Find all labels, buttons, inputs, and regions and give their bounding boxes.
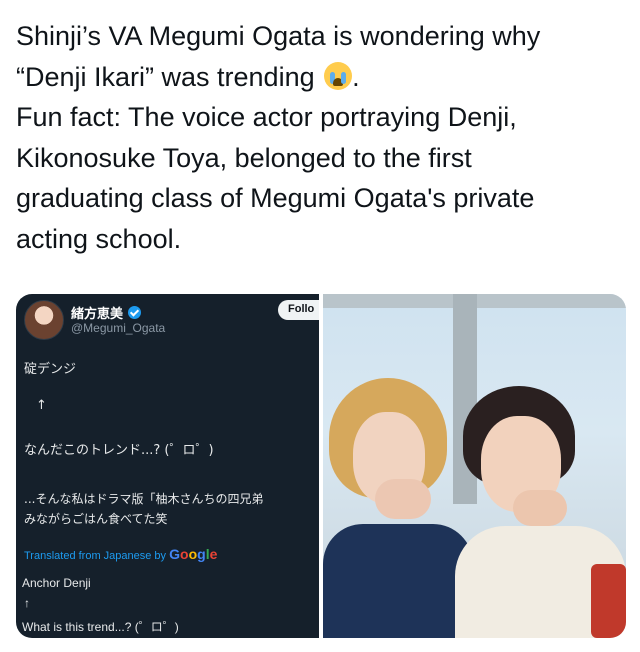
post-line-1: Shinji’s VA Megumi Ogata is wondering wh… xyxy=(16,21,541,51)
follow-button: Follo xyxy=(278,300,319,320)
google-logo: Google xyxy=(169,546,218,562)
jp-line-3: ...そんな私はドラマ版「柚木さんちの四兄弟 xyxy=(24,492,264,506)
post-line-2-text: “Denji Ikari” was trending xyxy=(16,61,315,92)
person-left-body xyxy=(323,524,473,638)
jp-line-1: 碇デンジ xyxy=(24,362,77,377)
post-line-5: graduating class of Megumi Ogata's priva… xyxy=(16,183,535,213)
post-line-4: Kikonosuke Toya, belonged to the first xyxy=(16,142,472,173)
post-text: Shinji’s VA Megumi Ogata is wondering wh… xyxy=(16,16,628,259)
verified-badge-icon xyxy=(128,306,142,319)
name-row: 緒方恵美 xyxy=(71,303,142,322)
post-line-2: “Denji Ikari” was trending . xyxy=(16,57,628,98)
jp-arrow: ↑ xyxy=(36,398,47,413)
post-line-2-suffix: . xyxy=(352,61,360,92)
person-right-hand xyxy=(513,490,567,526)
display-name: 緒方恵美 xyxy=(71,307,124,322)
crying-face-icon xyxy=(324,61,353,90)
media-grid[interactable]: 緒方恵美 @Megumi_Ogata Follo 碇デンジ ↑ なんだこのトレン… xyxy=(16,294,626,638)
en-line-2: What is this trend...? (゜ロ゜) xyxy=(22,620,179,634)
person-left-hand xyxy=(375,479,431,519)
handle: @Megumi_Ogata xyxy=(71,321,166,335)
jp-line-4: みながらごはん食べてた笑 xyxy=(24,512,168,526)
post-line-6: acting school. xyxy=(16,223,182,254)
avatar xyxy=(24,300,64,340)
photo-image[interactable] xyxy=(323,294,626,638)
post-line-3: Fun fact: The voice actor portraying Den… xyxy=(16,102,517,132)
jp-line-2: なんだこのトレンド...? (゜ロ゜) xyxy=(24,443,214,458)
figurine xyxy=(591,564,626,638)
translated-by-google: Translated from Japanese by Google xyxy=(24,546,217,562)
en-arrow: ↑ xyxy=(24,596,30,610)
en-line-1: Anchor Denji xyxy=(22,576,91,590)
tweet-screenshot-image[interactable]: 緒方恵美 @Megumi_Ogata Follo 碇デンジ ↑ なんだこのトレン… xyxy=(16,294,319,638)
translated-label: Translated from Japanese by xyxy=(24,550,167,562)
